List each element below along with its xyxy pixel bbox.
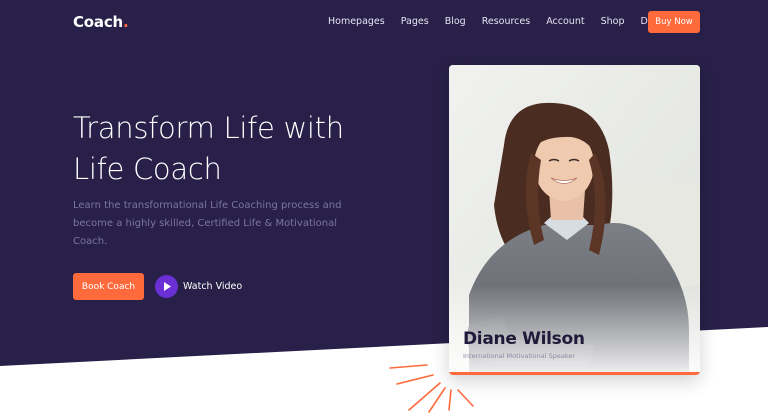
decorative-rays bbox=[389, 364, 474, 413]
watch-video-link[interactable]: Watch Video bbox=[155, 275, 242, 298]
nav-item-homepages[interactable]: Homepages bbox=[328, 16, 385, 27]
watch-video-label: Watch Video bbox=[183, 281, 243, 292]
coach-profile-card: Diane Wilson International Motivational … bbox=[449, 65, 700, 375]
coach-name: Diane Wilson bbox=[463, 329, 585, 349]
card-accent-bar bbox=[449, 372, 700, 375]
nav-item-resources[interactable]: Resources bbox=[482, 16, 531, 27]
book-coach-button[interactable]: Book Coach bbox=[73, 273, 144, 300]
nav-item-shop[interactable]: Shop bbox=[601, 16, 625, 27]
brand-name: Coach bbox=[73, 13, 124, 31]
hero-subtext: Learn the transformational Life Coaching… bbox=[73, 200, 342, 247]
brand-dot: . bbox=[123, 13, 129, 31]
play-icon[interactable] bbox=[155, 275, 178, 298]
nav-item-account[interactable]: Account bbox=[546, 16, 584, 27]
hero-headline-line2: Life Coach bbox=[73, 152, 222, 186]
buy-now-button[interactable]: Buy Now bbox=[648, 11, 700, 33]
coach-role: International Motivational Speaker bbox=[463, 352, 576, 360]
hero-headline: Transform Life with Life Coach bbox=[73, 108, 403, 190]
nav-item-pages[interactable]: Pages bbox=[401, 16, 429, 27]
hero-headline-line1: Transform Life with bbox=[73, 111, 344, 145]
nav-item-blog[interactable]: Blog bbox=[445, 16, 466, 27]
main-nav: Homepages Pages Blog Resources Account S… bbox=[328, 16, 664, 27]
brand-logo[interactable]: Coach. bbox=[73, 13, 129, 31]
